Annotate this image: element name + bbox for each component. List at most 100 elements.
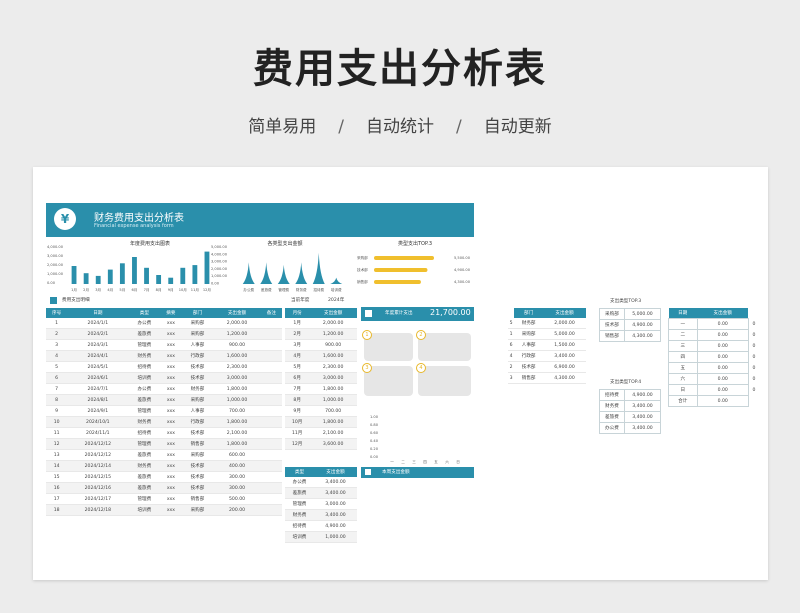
table-row: 18 2024/12/18 培训费 xxx 采购部 200.00 xyxy=(46,504,282,516)
table-cell: 3,400.00 xyxy=(313,477,357,488)
table-cell: 人事部 xyxy=(514,339,544,351)
y-tick-label: 0.20 xyxy=(370,447,379,451)
detail-table: 序号 日期 类型 摘要 部门 支出金额 备注 1 2024/1/1 办公费 xxx 采购部 2,000.… xyxy=(46,308,282,516)
table-cell xyxy=(260,405,282,417)
table-cell: 700.00 xyxy=(309,405,357,417)
table-cell xyxy=(260,383,282,395)
table-cell: 技术部 xyxy=(181,471,214,483)
table-cell: 1,000.00 xyxy=(309,394,357,406)
table-cell: 4,300.00 xyxy=(543,372,586,384)
table-cell xyxy=(260,416,282,428)
table-cell: 办公费 xyxy=(599,422,625,434)
grid-icon xyxy=(365,310,372,317)
table-row: 6 2024/6/1 培训费 xxx 技术部 3,000.00 xyxy=(46,372,282,384)
table-cell: 200.00 xyxy=(213,504,261,516)
x-tick-label: 三 xyxy=(412,460,416,464)
table-cell: 2024/12/12 xyxy=(67,438,129,450)
column-header: 部门 xyxy=(181,308,214,318)
table-cell: 14 xyxy=(46,460,68,472)
table-cell: 0.00 xyxy=(696,351,749,363)
table-cell: 10 xyxy=(46,416,68,428)
table-cell: 12 xyxy=(46,438,68,450)
table-cell: 技术部 xyxy=(181,427,214,439)
table-row: 差旅费 3,400.00 xyxy=(285,487,357,499)
table-cell: 500.00 xyxy=(213,493,261,505)
type-table: 类型 支出金额 办公费 3,400.00 差旅费 3,400.00 管理费 3,000.00 财… xyxy=(285,467,357,543)
table-cell xyxy=(260,372,282,384)
table-cell: 管理费 xyxy=(128,493,161,505)
table-cell: 1,800.00 xyxy=(213,438,261,450)
annual-total-label: 年度累计支出 xyxy=(385,311,413,316)
table-cell xyxy=(260,318,282,329)
x-tick-label: 7月 xyxy=(144,287,150,292)
table-row: 2 2024/2/1 差旅费 xxx 采购部 1,200.00 xyxy=(46,328,282,340)
peak xyxy=(260,262,273,284)
table-cell: 0.00 xyxy=(696,384,749,396)
table-cell: 管理费 xyxy=(285,498,314,510)
data-label: 5,500.00 xyxy=(454,256,471,260)
table-row: 六 0.00 0 xyxy=(668,373,760,385)
peak xyxy=(330,277,343,284)
table-cell: 2,000.00 xyxy=(213,318,261,329)
table-cell: 0.00 xyxy=(696,340,749,352)
y-tick-label: 1,000.00 xyxy=(47,272,64,276)
table-cell xyxy=(260,438,282,450)
table-cell: 2024/7/1 xyxy=(67,383,129,395)
table-cell: 13 xyxy=(46,449,68,461)
placeholder-box xyxy=(364,366,413,396)
table-cell: 3,400.00 xyxy=(313,509,357,521)
table-cell: 400.00 xyxy=(213,460,261,472)
annual-total-value: 21,700.00 xyxy=(430,308,471,317)
table-cell: 采购部 xyxy=(181,504,214,516)
top4-title: 支出类型TOP.4 xyxy=(610,380,642,385)
table-cell xyxy=(260,328,282,340)
table-cell: xxx xyxy=(160,438,182,450)
column-header: 部门 xyxy=(514,308,544,318)
x-tick-label: 四 xyxy=(423,460,427,464)
bar xyxy=(71,266,77,284)
table-cell: xxx xyxy=(160,394,182,406)
year-value: 2024年 xyxy=(328,298,345,303)
table-cell: 2024/11/1 xyxy=(67,427,129,439)
table-cell: 人事部 xyxy=(181,405,214,417)
table-row: 四 0.00 0 xyxy=(668,351,760,363)
table-cell: 管理费 xyxy=(128,405,161,417)
table-cell: 5月 xyxy=(285,361,310,373)
table-cell: 二 xyxy=(668,329,698,341)
table-cell: 五 xyxy=(668,362,698,374)
year-label: 当前年度 xyxy=(291,298,310,303)
x-tick-label: 日 xyxy=(456,460,460,464)
x-tick-label: 10月 xyxy=(179,287,187,292)
table-cell: 财务费 xyxy=(128,460,161,472)
table-cell: 合计 xyxy=(668,395,698,407)
table-cell: 18 xyxy=(46,504,68,516)
table-cell: 销售部 xyxy=(599,330,625,342)
y-tick-label: 0.00 xyxy=(47,281,56,285)
data-label: 4,300.00 xyxy=(454,280,471,284)
table-cell: 0 xyxy=(752,332,756,338)
table-cell: 4,900.00 xyxy=(313,520,357,532)
table-cell: xxx xyxy=(160,383,182,395)
table-cell: 16 xyxy=(46,482,68,494)
table-cell: 财务费 xyxy=(285,509,314,521)
chart-title: 类型支出TOP.3 xyxy=(398,241,432,247)
table-cell xyxy=(260,471,282,483)
table-row: 财务费 3,400.00 xyxy=(285,509,357,521)
table-cell: 11月 xyxy=(285,427,310,439)
table-cell: 技术部 xyxy=(181,460,214,472)
table-cell: 2024/3/1 xyxy=(67,339,129,351)
table-row: 1月 2,000.00 xyxy=(285,318,357,329)
table-cell: 0 xyxy=(752,321,756,327)
table-cell: xxx xyxy=(160,361,182,373)
table-cell: 财务部 xyxy=(181,383,214,395)
table-cell: 培训费 xyxy=(128,372,161,384)
money-bag-icon: ¥ xyxy=(54,208,76,230)
table-cell: xxx xyxy=(160,350,182,362)
table-row: 11 2024/11/1 招待费 xxx 技术部 2,100.00 xyxy=(46,427,282,439)
table-row: 3 2024/3/1 管理费 xxx 人事部 900.00 xyxy=(46,339,282,351)
table-cell: 11 xyxy=(46,427,68,439)
table-cell: 采购部 xyxy=(181,328,214,340)
badge-3: 3 xyxy=(362,363,372,373)
table-cell: 技术部 xyxy=(181,482,214,494)
table-cell xyxy=(260,504,282,516)
